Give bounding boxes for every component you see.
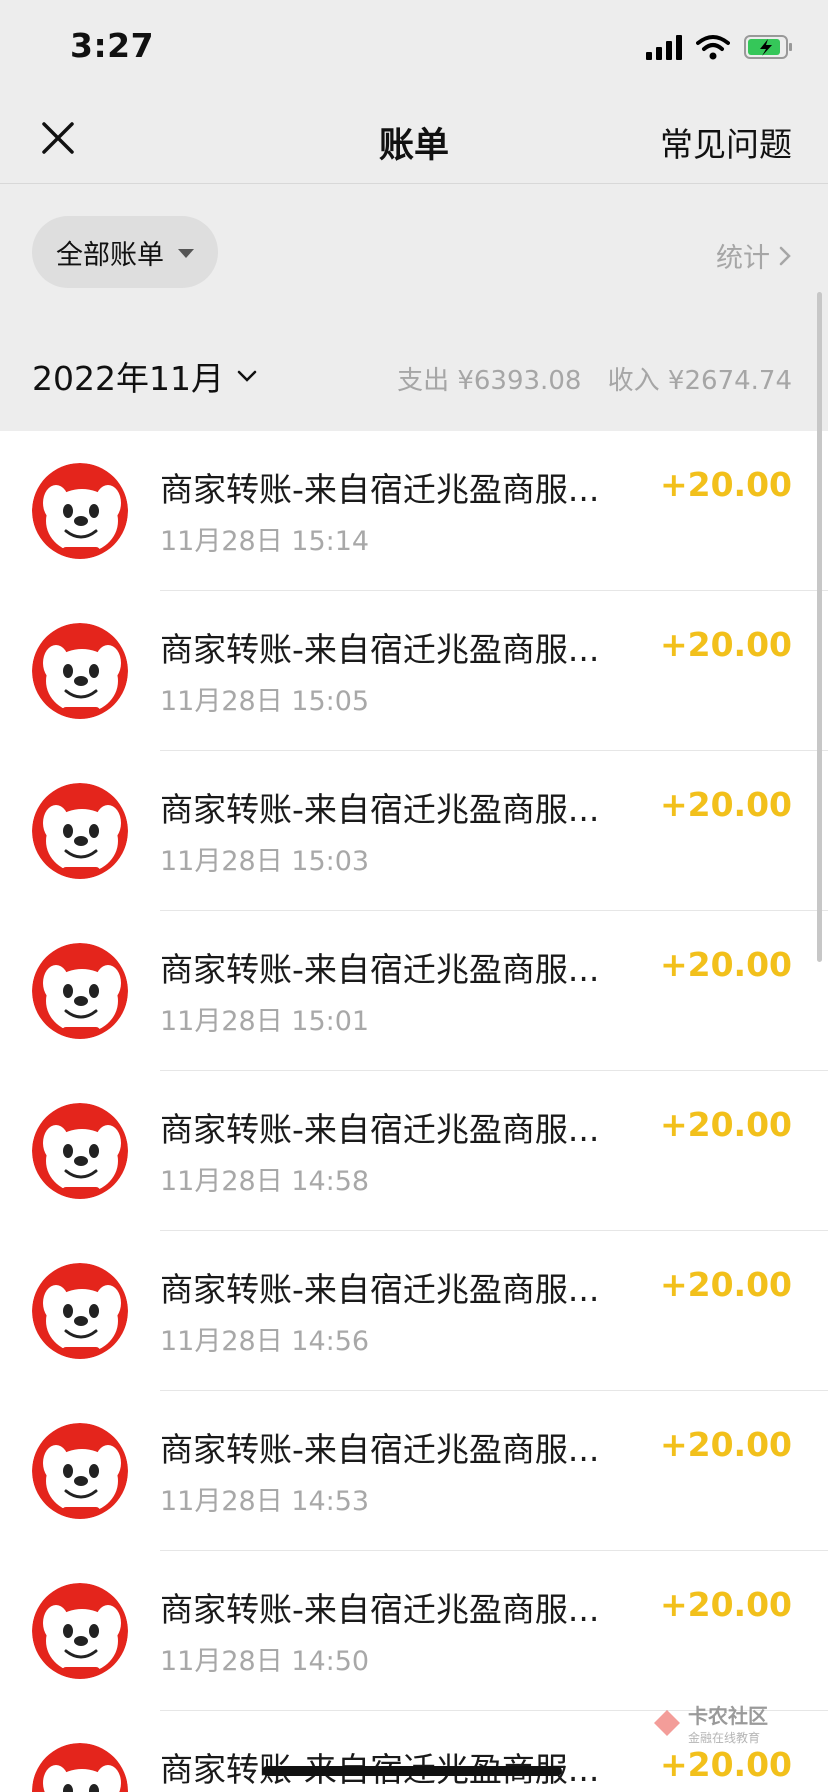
caret-down-icon [178,248,194,258]
filter-bar: 全部账单 统计 [0,184,828,320]
jd-mascot-icon [32,1263,128,1359]
watermark-title: 卡农社区 [688,1704,768,1728]
bill-page: 3:27 账单 常见问题 全部账单 统计 2022年11月 支出 ¥6393.0… [0,0,828,1792]
transaction-row[interactable]: 商家转账-来自宿迁兆盈商服... 11月28日 15:03 +20.00 [0,751,828,911]
bill-filter-dropdown[interactable]: 全部账单 [32,216,218,288]
jd-mascot-icon [32,1103,128,1199]
jd-mascot-icon [32,943,128,1039]
transaction-amount: +20.00 [659,1585,792,1624]
transaction-amount: +20.00 [659,625,792,664]
status-icons [646,34,794,60]
transaction-row[interactable]: 商家转账-来自宿迁兆盈商服... 11月28日 14:58 +20.00 [0,1071,828,1231]
transaction-amount: +20.00 [659,1265,792,1304]
stats-link[interactable]: 统计 [716,236,792,275]
transaction-row[interactable]: 商家转账-来自宿迁兆盈商服... 11月28日 14:50 +20.00 [0,1551,828,1711]
transaction-time: 11月28日 15:03 [160,846,370,877]
chevron-right-icon [779,246,791,265]
home-indicator [262,1766,562,1776]
transaction-time: 11月28日 14:56 [160,1326,370,1357]
transaction-amount: +20.00 [659,945,792,984]
watermark: 卡农社区 金融在线教育 [652,1700,768,1746]
transaction-list: 商家转账-来自宿迁兆盈商服... 11月28日 15:14 +20.00 商家转… [0,431,828,1792]
jd-mascot-icon [32,463,128,559]
transaction-amount: +20.00 [659,465,792,504]
transaction-row[interactable]: 商家转账-来自宿迁兆盈商服... 11月28日 14:53 +20.00 [0,1391,828,1551]
transaction-title: 商家转账-来自宿迁兆盈商服... [160,950,600,989]
transaction-time: 11月28日 14:58 [160,1166,370,1197]
transaction-row[interactable]: 商家转账-来自宿迁兆盈商服... 11月28日 14:56 +20.00 [0,1231,828,1391]
transaction-time: 11月28日 15:14 [160,526,370,557]
month-header: 2022年11月 支出 ¥6393.08 收入 ¥2674.74 [0,320,828,431]
jd-mascot-icon [32,783,128,879]
transaction-title: 商家转账-来自宿迁兆盈商服... [160,470,600,509]
month-label: 2022年11月 [32,359,224,398]
transaction-time: 11月28日 14:50 [160,1646,370,1677]
wifi-icon [696,35,730,60]
income-total: 收入 ¥2674.74 [607,366,792,396]
transaction-amount: +20.00 [659,1105,792,1144]
transaction-time: 11月28日 14:53 [160,1486,370,1517]
transaction-amount: +20.00 [659,785,792,824]
filter-chip-label: 全部账单 [56,239,164,271]
top-bar: 3:27 账单 常见问题 [0,0,828,184]
watermark-logo-icon [654,1710,680,1736]
jd-mascot-icon [32,623,128,719]
watermark-subtitle: 金融在线教育 [688,1731,761,1745]
transaction-row[interactable]: 商家转账-来自宿迁兆盈商服... 11月28日 15:01 +20.00 [0,911,828,1071]
transaction-title: 商家转账-来自宿迁兆盈商服... [160,1430,600,1469]
scrollbar[interactable] [817,292,822,962]
transaction-title: 商家转账-来自宿迁兆盈商服... [160,1270,600,1309]
transaction-amount: +20.00 [659,1425,792,1464]
chevron-down-icon [237,370,257,382]
battery-icon [744,35,792,59]
stats-label: 统计 [716,243,770,274]
month-summary: 支出 ¥6393.08 收入 ¥2674.74 [379,360,792,397]
jd-mascot-icon [32,1423,128,1519]
transaction-title: 商家转账-来自宿迁兆盈商服... [160,1110,600,1149]
signal-icon [646,34,682,60]
transaction-amount: +20.00 [659,1745,792,1784]
jd-mascot-icon [32,1583,128,1679]
transaction-title: 商家转账-来自宿迁兆盈商服... [160,790,600,829]
transaction-title: 商家转账-来自宿迁兆盈商服... [160,630,600,669]
expense-total: 支出 ¥6393.08 [397,366,582,396]
transaction-time: 11月28日 15:01 [160,1006,370,1037]
transaction-title: 商家转账-来自宿迁兆盈商服... [160,1590,600,1629]
transaction-row[interactable]: 商家转账-来自宿迁兆盈商服... 11月28日 15:05 +20.00 [0,591,828,751]
transaction-row[interactable]: 商家转账-来自宿迁兆盈商服... 11月28日 15:14 +20.00 [0,431,828,591]
faq-link[interactable]: 常见问题 [660,118,792,166]
status-time: 3:27 [70,26,155,65]
jd-mascot-icon [32,1743,128,1792]
transaction-time: 11月28日 15:05 [160,686,370,717]
month-picker[interactable]: 2022年11月 [32,352,258,400]
